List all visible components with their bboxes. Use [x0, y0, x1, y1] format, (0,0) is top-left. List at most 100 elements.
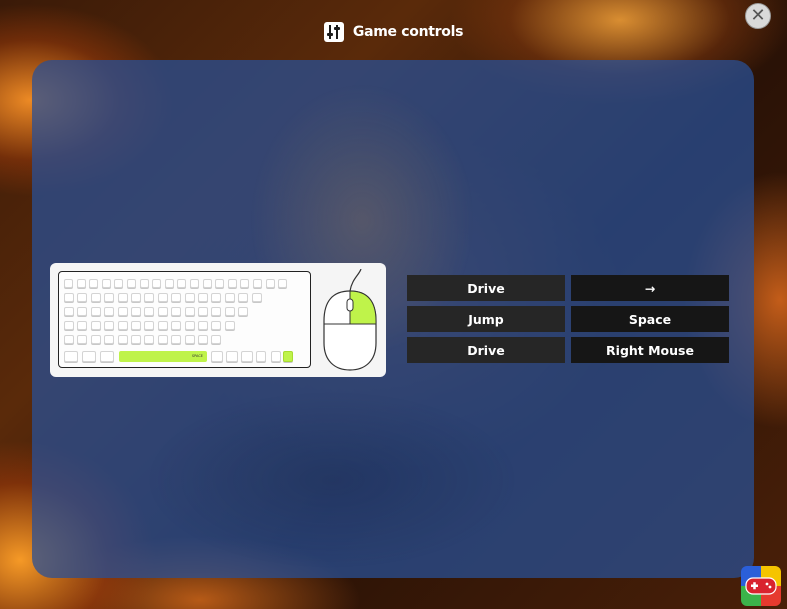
- keyboard-key: [144, 307, 155, 316]
- keyboard-key: [240, 279, 250, 288]
- keyboard-key: [278, 279, 288, 288]
- control-row: Drive →: [407, 275, 729, 301]
- keyboard-key: [90, 335, 101, 344]
- keyboard-key: [101, 279, 111, 288]
- keyboard-key: [238, 293, 249, 302]
- keyboard-key: [224, 321, 235, 330]
- keyboard-key: [171, 307, 182, 316]
- keyboard-key: [90, 321, 101, 330]
- keyboard-key: [90, 293, 101, 302]
- keyboard-key: [198, 293, 208, 302]
- keyboard-key: [227, 279, 237, 288]
- keyboard-key: [104, 321, 115, 330]
- keyboard-key: [77, 307, 88, 316]
- keyboard-key: [190, 279, 199, 288]
- keyboard-key: [117, 335, 128, 344]
- keyboard-key: [131, 307, 141, 316]
- space-key-highlight: SPACE: [119, 351, 207, 362]
- keyboard-key: [157, 293, 168, 302]
- keyboard-key: [184, 335, 195, 344]
- keyboard-key: [64, 307, 74, 316]
- control-row: Drive Right Mouse: [407, 337, 729, 363]
- keyboard-key: [89, 279, 99, 288]
- keyboard-key: [144, 335, 155, 344]
- control-key-label: Space: [571, 306, 729, 332]
- keyboard-key: [211, 351, 223, 362]
- keyboard-key: [82, 351, 96, 362]
- keyboard-key: [64, 293, 74, 302]
- keyboard-key: [171, 321, 182, 330]
- keyboard-key: [171, 293, 182, 302]
- sliders-icon: [323, 22, 344, 42]
- keyboard-key: [224, 293, 235, 302]
- control-action-label: Drive: [407, 337, 565, 363]
- keyboard-key: [256, 351, 266, 362]
- close-icon: ✕: [750, 5, 766, 26]
- keyboard-key: [184, 293, 195, 302]
- arrow-right-key: [283, 351, 293, 362]
- close-button[interactable]: ✕: [745, 3, 771, 29]
- keyboard-key: [104, 307, 115, 316]
- keyboard-key: [152, 279, 162, 288]
- keyboard-key: [104, 335, 115, 344]
- keyboard-key: [198, 321, 208, 330]
- keyboard-key: [157, 335, 168, 344]
- header: Game controls: [0, 20, 787, 44]
- keyboard-key: [271, 351, 281, 362]
- keyboard-key: [117, 307, 128, 316]
- keyboard-key: [104, 293, 115, 302]
- keyboard-key: [77, 321, 88, 330]
- keyboard-illustration: SPACE: [58, 271, 311, 368]
- keyboard-key: [211, 321, 222, 330]
- keyboard-key: [117, 321, 128, 330]
- keyboard-key: [131, 335, 141, 344]
- control-row: Jump Space: [407, 306, 729, 332]
- keyboard-key: [164, 279, 174, 288]
- keyboard-key: [64, 279, 73, 288]
- keyboard-key: [265, 279, 275, 288]
- keyboard-key: [198, 307, 208, 316]
- keyboard-key: [177, 279, 187, 288]
- keyboard-key: [215, 279, 225, 288]
- gamepad-logo-icon[interactable]: [741, 566, 781, 606]
- keyboard-key: [64, 351, 78, 362]
- keyboard-key: [117, 293, 128, 302]
- keyboard-key: [251, 293, 262, 302]
- page-title: Game controls: [352, 24, 464, 40]
- keyboard-key: [90, 307, 101, 316]
- control-action-label: Jump: [407, 306, 565, 332]
- mouse-illustration: [323, 269, 377, 371]
- keyboard-key: [77, 335, 88, 344]
- keyboard-key: [144, 293, 155, 302]
- keyboard-key: [241, 351, 253, 362]
- keyboard-key: [224, 307, 235, 316]
- keyboard-key: [100, 351, 114, 362]
- keyboard-key: [114, 279, 124, 288]
- control-action-label: Drive: [407, 275, 565, 301]
- keyboard-key: [157, 307, 168, 316]
- keyboard-key: [144, 321, 155, 330]
- keyboard-key: [211, 293, 222, 302]
- device-illustration-card: SPACE: [50, 263, 386, 377]
- keyboard-key: [184, 321, 195, 330]
- keyboard-key: [76, 279, 86, 288]
- keyboard-key: [127, 279, 136, 288]
- keyboard-key: [198, 335, 208, 344]
- keyboard-key: [184, 307, 195, 316]
- keyboard-key: [253, 279, 262, 288]
- keyboard-key: [77, 293, 88, 302]
- keyboard-key: [238, 307, 249, 316]
- keyboard-key: [64, 321, 74, 330]
- keyboard-key: [171, 335, 182, 344]
- keyboard-key: [211, 335, 222, 344]
- keyboard-key: [157, 321, 168, 330]
- keyboard-key: [139, 279, 149, 288]
- keyboard-key: [131, 293, 141, 302]
- keyboard-key: [211, 307, 222, 316]
- control-key-label: →: [571, 275, 729, 301]
- control-key-label: Right Mouse: [571, 337, 729, 363]
- keyboard-key: [226, 351, 238, 362]
- keyboard-key: [131, 321, 141, 330]
- keyboard-key: [202, 279, 212, 288]
- keyboard-key: [64, 335, 74, 344]
